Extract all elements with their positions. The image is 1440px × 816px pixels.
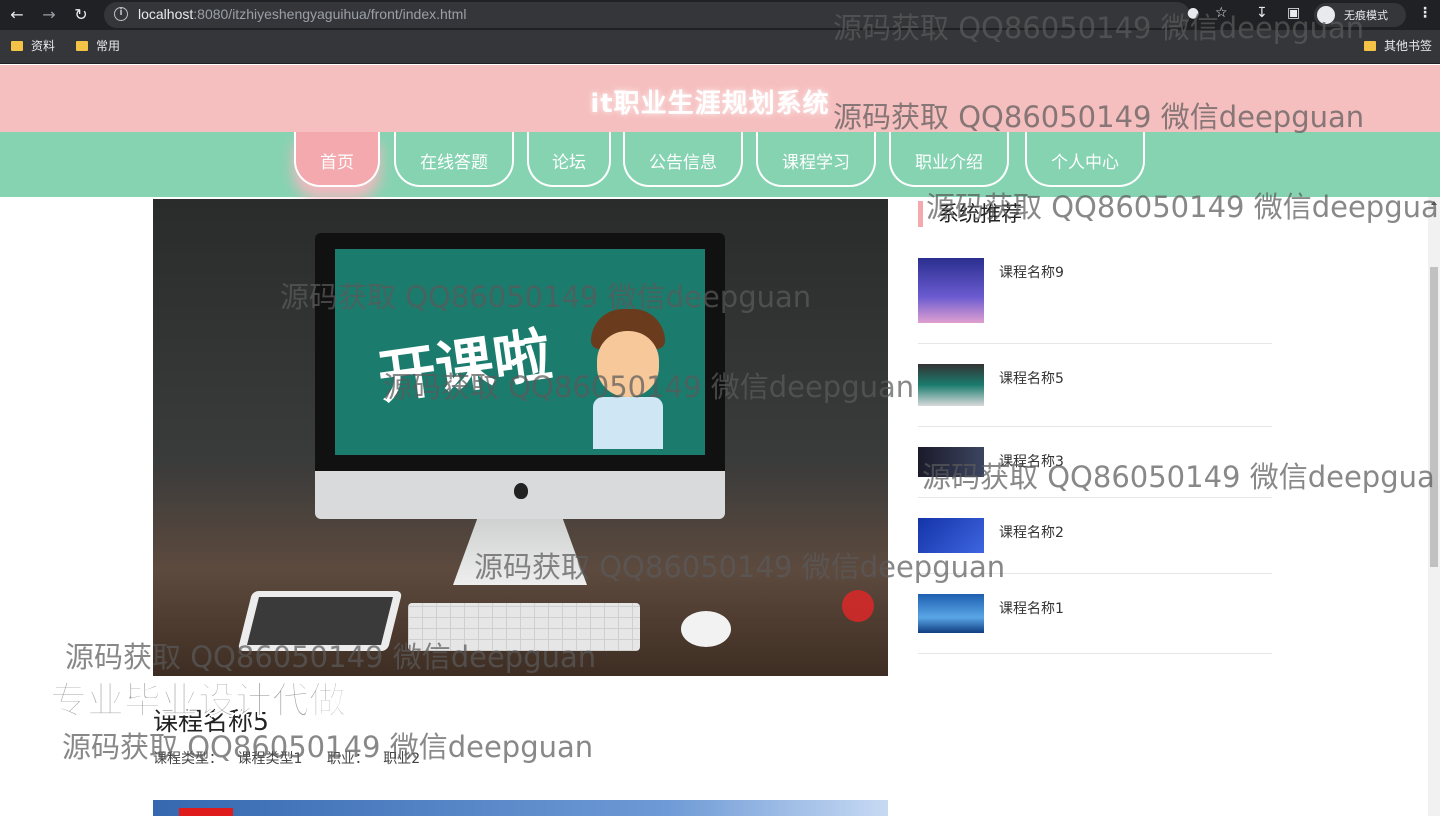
info-icon[interactable]: i bbox=[114, 7, 128, 21]
recommend-label[interactable]: 课程名称2 bbox=[999, 522, 1064, 542]
apple-logo-icon bbox=[514, 483, 528, 499]
recommend-thumbnail[interactable] bbox=[918, 364, 984, 406]
screen-text: 开课啦 bbox=[373, 320, 556, 412]
sidepanel-icon[interactable]: ▣ bbox=[1287, 5, 1300, 21]
site-header: it职业生涯规划系统 bbox=[0, 65, 1440, 132]
nav-careers[interactable]: 职业介绍 bbox=[889, 132, 1009, 187]
recommend-label[interactable]: 课程名称9 bbox=[999, 262, 1064, 282]
recommend-item[interactable]: 课程名称1 bbox=[918, 594, 1272, 654]
main-nav: 首页 在线答题 论坛 公告信息 课程学习 职业介绍 个人中心 bbox=[0, 132, 1440, 197]
folder-icon bbox=[76, 41, 88, 51]
recommend-label[interactable]: 课程名称1 bbox=[999, 598, 1064, 618]
monitor-illustration: 开课啦 bbox=[315, 233, 725, 489]
cursor-highlight bbox=[842, 590, 874, 622]
monitor-stand bbox=[453, 519, 587, 585]
bookmark-folder[interactable]: 资料 bbox=[11, 38, 55, 54]
bookmark-folder[interactable]: 常用 bbox=[76, 38, 120, 54]
mouse-illustration bbox=[681, 611, 731, 647]
nav-profile[interactable]: 个人中心 bbox=[1025, 132, 1145, 187]
nav-home[interactable]: 首页 bbox=[294, 132, 380, 187]
bookmarks-bar: 资料 常用 其他书签 bbox=[0, 30, 1440, 64]
folder-icon bbox=[1364, 41, 1376, 51]
tablet-illustration bbox=[237, 591, 403, 651]
nav-forum[interactable]: 论坛 bbox=[527, 132, 611, 187]
incognito-badge[interactable]: 无痕模式 bbox=[1314, 3, 1406, 27]
incognito-label: 无痕模式 bbox=[1344, 9, 1388, 22]
bookmark-label: 资料 bbox=[31, 39, 56, 53]
recommend-item[interactable]: 课程名称9 bbox=[918, 258, 1272, 344]
other-bookmarks[interactable]: 其他书签 bbox=[1364, 38, 1432, 54]
career-label: 职业： bbox=[326, 751, 369, 767]
nav-announcements[interactable]: 公告信息 bbox=[623, 132, 743, 187]
next-course-image[interactable] bbox=[153, 800, 888, 816]
recommend-thumbnail[interactable] bbox=[918, 594, 984, 633]
course-type-label: 课程类型： bbox=[153, 751, 223, 767]
page-scrollbar[interactable] bbox=[1428, 197, 1440, 816]
promo-watermark: 专业毕业设计代做 bbox=[50, 679, 347, 723]
recommend-thumbnail[interactable] bbox=[918, 518, 984, 553]
recommend-label[interactable]: 课程名称3 bbox=[999, 451, 1064, 471]
folder-icon bbox=[11, 41, 23, 51]
course-meta: 课程类型： 课程类型1 职业： 职业2 bbox=[153, 748, 440, 768]
recommend-item[interactable]: 课程名称5 bbox=[918, 364, 1272, 427]
url-host: localhost bbox=[138, 6, 194, 22]
address-bar[interactable]: i localhost:8080/itzhiyeshengyaguihua/fr… bbox=[104, 2, 1190, 28]
site-permission-icon[interactable]: ● bbox=[1187, 5, 1199, 21]
career-text: 职业： 职业2 bbox=[327, 751, 430, 767]
recommend-thumbnail[interactable] bbox=[918, 447, 984, 477]
keyboard-illustration bbox=[408, 603, 640, 651]
featured-course-image[interactable]: 开课啦 bbox=[153, 199, 888, 676]
bookmark-label: 其他书签 bbox=[1384, 39, 1433, 53]
incognito-icon bbox=[1317, 6, 1335, 24]
menu-icon[interactable]: ⋮ bbox=[1418, 5, 1432, 21]
scroll-thumb[interactable] bbox=[1430, 267, 1438, 567]
monitor-chin bbox=[315, 471, 725, 519]
nav-online-quiz[interactable]: 在线答题 bbox=[394, 132, 514, 187]
nav-courses[interactable]: 课程学习 bbox=[756, 132, 876, 187]
monitor-screen: 开课啦 bbox=[335, 249, 705, 455]
site-title: it职业生涯规划系统 bbox=[590, 89, 830, 119]
recommend-item[interactable]: 课程名称3 bbox=[918, 447, 1272, 498]
back-icon[interactable]: ← bbox=[6, 4, 28, 26]
download-icon[interactable]: ↧ bbox=[1256, 5, 1268, 21]
recommend-thumbnail[interactable] bbox=[918, 258, 984, 323]
star-icon[interactable]: ☆ bbox=[1215, 5, 1228, 21]
course-type-text: 课程类型： 课程类型1 bbox=[153, 751, 312, 767]
bookmark-label: 常用 bbox=[96, 39, 121, 53]
recommend-item[interactable]: 课程名称2 bbox=[918, 518, 1272, 574]
cartoon-teacher bbox=[587, 309, 669, 449]
scroll-up-icon[interactable] bbox=[1431, 201, 1437, 205]
url-path: :8080/itzhiyeshengyaguihua/front/index.h… bbox=[193, 6, 467, 22]
url-text: localhost:8080/itzhiyeshengyaguihua/fron… bbox=[138, 6, 466, 22]
sidebar-title: 系统推荐 bbox=[918, 201, 1022, 227]
browser-toolbar: ← → ↻ i localhost:8080/itzhiyeshengyagui… bbox=[0, 0, 1440, 30]
forward-icon[interactable]: → bbox=[38, 4, 60, 26]
career-value: 职业2 bbox=[383, 751, 421, 767]
recommend-label[interactable]: 课程名称5 bbox=[999, 368, 1064, 388]
reload-icon[interactable]: ↻ bbox=[70, 4, 92, 26]
course-type-value: 课程类型1 bbox=[237, 751, 303, 767]
